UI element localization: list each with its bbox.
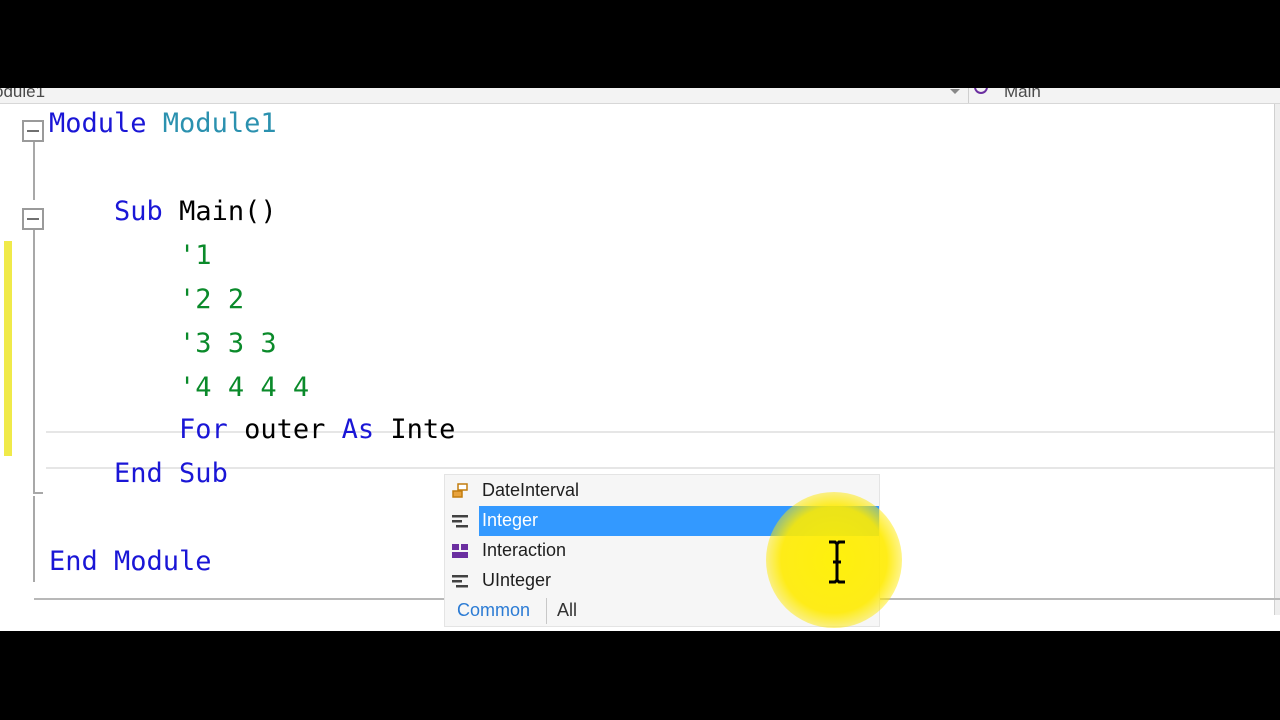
code-token: '1 (179, 240, 212, 271)
code-line[interactable]: End Module (49, 546, 212, 586)
collapse-sub-button[interactable] (22, 208, 44, 230)
completion-item-label: UInteger (482, 570, 552, 590)
ibeam-cursor-icon (829, 540, 845, 584)
code-line[interactable]: For outer As Inte (49, 414, 455, 454)
nav-divider (968, 88, 969, 103)
member-dropdown[interactable]: Main (1004, 88, 1041, 102)
code-token: End Module (49, 546, 212, 577)
code-token: '2 2 (179, 284, 245, 315)
code-line[interactable]: '3 3 3 (49, 328, 277, 368)
structure-icon (451, 572, 469, 590)
code-token: End Sub (114, 458, 228, 489)
outline-line (33, 230, 35, 494)
completion-item-label: Interaction (482, 540, 567, 560)
type-dropdown[interactable]: odule1 (0, 88, 45, 102)
code-token: Inte (390, 414, 456, 445)
module-icon (451, 542, 469, 560)
code-token: '4 4 4 4 (179, 372, 310, 403)
method-icon (974, 88, 988, 94)
code-token: Module1 (162, 108, 277, 139)
code-line[interactable]: Sub Main() (49, 196, 277, 236)
code-token: As (341, 414, 391, 445)
change-marker (4, 241, 12, 456)
outline-line (33, 142, 35, 200)
code-token: Main() (179, 196, 277, 227)
code-token: '3 3 3 (179, 328, 277, 359)
code-line[interactable]: Module Module1 (49, 108, 277, 148)
chevron-down-icon[interactable] (950, 89, 960, 94)
vs-code-editor-window: odule1 Main Module Module1 Sub Main() '1… (0, 88, 1280, 631)
code-token: Module (49, 108, 163, 139)
code-line[interactable]: '4 4 4 4 (49, 372, 309, 412)
code-token: outer (244, 414, 342, 445)
tab-all[interactable]: All (557, 600, 577, 621)
collapse-module-button[interactable] (22, 120, 44, 142)
tab-divider (546, 598, 547, 624)
structure-icon (451, 512, 469, 530)
code-token: For (179, 414, 245, 445)
outline-line (33, 496, 35, 582)
code-line[interactable]: '1 (49, 240, 212, 280)
completion-item-label: DateInterval (482, 480, 580, 500)
tab-common[interactable]: Common (457, 600, 530, 621)
code-line[interactable]: '2 2 (49, 284, 244, 324)
code-token: Sub (114, 196, 180, 227)
navigation-bar: odule1 Main (0, 88, 1280, 104)
enum-icon (451, 482, 469, 500)
code-line[interactable]: End Sub (49, 458, 228, 498)
outline-line (33, 492, 43, 494)
completion-item-label: Integer (482, 510, 539, 530)
code-editor[interactable]: Module Module1 Sub Main() '1 '2 2 '3 3 3… (0, 104, 1280, 631)
vertical-scrollbar[interactable] (1274, 104, 1280, 615)
